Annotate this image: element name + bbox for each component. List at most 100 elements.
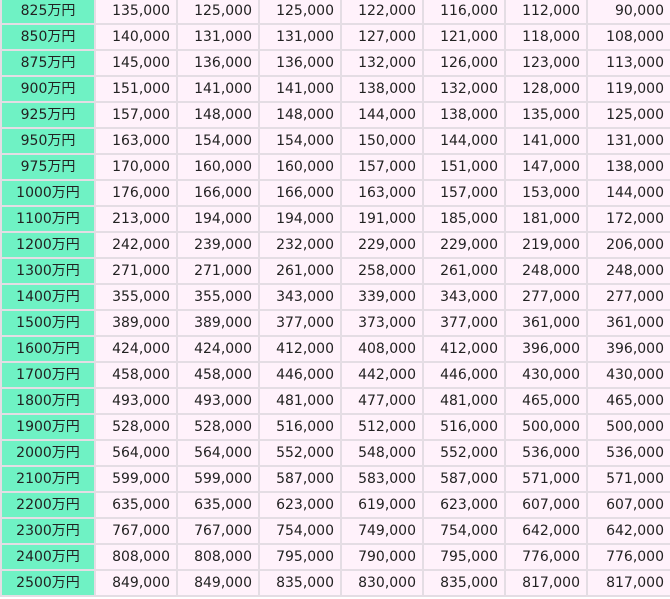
table-cell-amount: 500,000 xyxy=(586,413,670,441)
table-cell-amount: 408,000 xyxy=(340,335,424,363)
table-cell-amount: 181,000 xyxy=(504,205,588,233)
table-cell-amount: 172,000 xyxy=(586,205,670,233)
row-header-income: 1200万円 xyxy=(0,231,96,259)
table-cell-amount: 261,000 xyxy=(422,257,506,285)
table-cell-amount: 135,000 xyxy=(504,101,588,129)
table-row: 925万円 157,000 148,000 148,000 144,000 138,000… xyxy=(0,101,670,129)
table-row: 2100万円 599,000 599,000 587,000 583,000 587,00… xyxy=(0,465,670,493)
row-header-income: 825万円 xyxy=(0,0,96,25)
table-body: 825万円 135,000 125,000 125,000 122,000 116,000… xyxy=(0,0,670,597)
table-cell-amount: 170,000 xyxy=(94,153,178,181)
table-cell-amount: 528,000 xyxy=(176,413,260,441)
table-row: 2400万円 808,000 808,000 795,000 790,000 795,00… xyxy=(0,543,670,571)
row-header-income: 875万円 xyxy=(0,49,96,77)
table-cell-amount: 213,000 xyxy=(94,205,178,233)
table-row: 2300万円 767,000 767,000 754,000 749,000 754,00… xyxy=(0,517,670,545)
table-cell-amount: 153,000 xyxy=(504,179,588,207)
table-cell-amount: 623,000 xyxy=(422,491,506,519)
table-cell-amount: 163,000 xyxy=(94,127,178,155)
table-cell-amount: 194,000 xyxy=(176,205,260,233)
table-cell-amount: 122,000 xyxy=(340,0,424,25)
row-header-income: 2200万円 xyxy=(0,491,96,519)
table-cell-amount: 412,000 xyxy=(258,335,342,363)
table-cell-amount: 206,000 xyxy=(586,231,670,259)
table-row: 1600万円 424,000 424,000 412,000 408,000 412,00… xyxy=(0,335,670,363)
table-cell-amount: 194,000 xyxy=(258,205,342,233)
table-row: 825万円 135,000 125,000 125,000 122,000 116,000… xyxy=(0,0,670,25)
table-cell-amount: 229,000 xyxy=(422,231,506,259)
table-cell-amount: 232,000 xyxy=(258,231,342,259)
table-cell-amount: 817,000 xyxy=(504,569,588,597)
table-cell-amount: 795,000 xyxy=(422,543,506,571)
table-cell-amount: 516,000 xyxy=(258,413,342,441)
table-cell-amount: 144,000 xyxy=(422,127,506,155)
table-cell-amount: 136,000 xyxy=(176,49,260,77)
table-cell-amount: 446,000 xyxy=(422,361,506,389)
table-cell-amount: 564,000 xyxy=(94,439,178,467)
table-cell-amount: 339,000 xyxy=(340,283,424,311)
table-cell-amount: 154,000 xyxy=(258,127,342,155)
row-header-income: 900万円 xyxy=(0,75,96,103)
table-cell-amount: 157,000 xyxy=(340,153,424,181)
row-header-income: 1600万円 xyxy=(0,335,96,363)
row-header-income: 2500万円 xyxy=(0,569,96,597)
table-cell-amount: 271,000 xyxy=(176,257,260,285)
table-cell-amount: 754,000 xyxy=(422,517,506,545)
table-row: 900万円 151,000 141,000 141,000 138,000 132,000… xyxy=(0,75,670,103)
table-cell-amount: 116,000 xyxy=(422,0,506,25)
table-cell-amount: 229,000 xyxy=(340,231,424,259)
table-cell-amount: 118,000 xyxy=(504,23,588,51)
table-cell-amount: 795,000 xyxy=(258,543,342,571)
table-cell-amount: 127,000 xyxy=(340,23,424,51)
table-cell-amount: 160,000 xyxy=(258,153,342,181)
table-row: 975万円 170,000 160,000 160,000 157,000 151,000… xyxy=(0,153,670,181)
table-cell-amount: 361,000 xyxy=(586,309,670,337)
table-cell-amount: 849,000 xyxy=(94,569,178,597)
row-header-income: 1500万円 xyxy=(0,309,96,337)
table-row: 1700万円 458,000 458,000 446,000 442,000 446,00… xyxy=(0,361,670,389)
row-header-income: 1400万円 xyxy=(0,283,96,311)
table-cell-amount: 430,000 xyxy=(504,361,588,389)
table-cell-amount: 160,000 xyxy=(176,153,260,181)
table-cell-amount: 121,000 xyxy=(422,23,506,51)
row-header-income: 1800万円 xyxy=(0,387,96,415)
table-row: 2500万円 849,000 849,000 835,000 830,000 835,00… xyxy=(0,569,670,597)
table-cell-amount: 136,000 xyxy=(258,49,342,77)
table-cell-amount: 767,000 xyxy=(176,517,260,545)
table-cell-amount: 424,000 xyxy=(94,335,178,363)
table-cell-amount: 635,000 xyxy=(94,491,178,519)
table-cell-amount: 373,000 xyxy=(340,309,424,337)
table-cell-amount: 458,000 xyxy=(94,361,178,389)
row-header-income: 1000万円 xyxy=(0,179,96,207)
table-cell-amount: 141,000 xyxy=(258,75,342,103)
table-cell-amount: 242,000 xyxy=(94,231,178,259)
table-cell-amount: 465,000 xyxy=(586,387,670,415)
table-cell-amount: 548,000 xyxy=(340,439,424,467)
table-cell-amount: 343,000 xyxy=(422,283,506,311)
table-cell-amount: 377,000 xyxy=(258,309,342,337)
table-cell-amount: 176,000 xyxy=(94,179,178,207)
table-cell-amount: 396,000 xyxy=(586,335,670,363)
table-cell-amount: 642,000 xyxy=(586,517,670,545)
table-cell-amount: 191,000 xyxy=(340,205,424,233)
row-header-income: 1300万円 xyxy=(0,257,96,285)
table-cell-amount: 493,000 xyxy=(94,387,178,415)
table-cell-amount: 361,000 xyxy=(504,309,588,337)
row-header-income: 925万円 xyxy=(0,101,96,129)
table-cell-amount: 140,000 xyxy=(94,23,178,51)
table-cell-amount: 536,000 xyxy=(586,439,670,467)
table-cell-amount: 623,000 xyxy=(258,491,342,519)
table-cell-amount: 90,000 xyxy=(586,0,670,25)
table-cell-amount: 776,000 xyxy=(586,543,670,571)
table-cell-amount: 493,000 xyxy=(176,387,260,415)
table-row: 1800万円 493,000 493,000 481,000 477,000 481,00… xyxy=(0,387,670,415)
table-cell-amount: 512,000 xyxy=(340,413,424,441)
table-cell-amount: 141,000 xyxy=(176,75,260,103)
table-cell-amount: 145,000 xyxy=(94,49,178,77)
table-row: 1100万円 213,000 194,000 194,000 191,000 185,00… xyxy=(0,205,670,233)
table-cell-amount: 163,000 xyxy=(340,179,424,207)
row-header-income: 1100万円 xyxy=(0,205,96,233)
table-cell-amount: 185,000 xyxy=(422,205,506,233)
table-row: 2200万円 635,000 635,000 623,000 619,000 623,00… xyxy=(0,491,670,519)
table-cell-amount: 458,000 xyxy=(176,361,260,389)
